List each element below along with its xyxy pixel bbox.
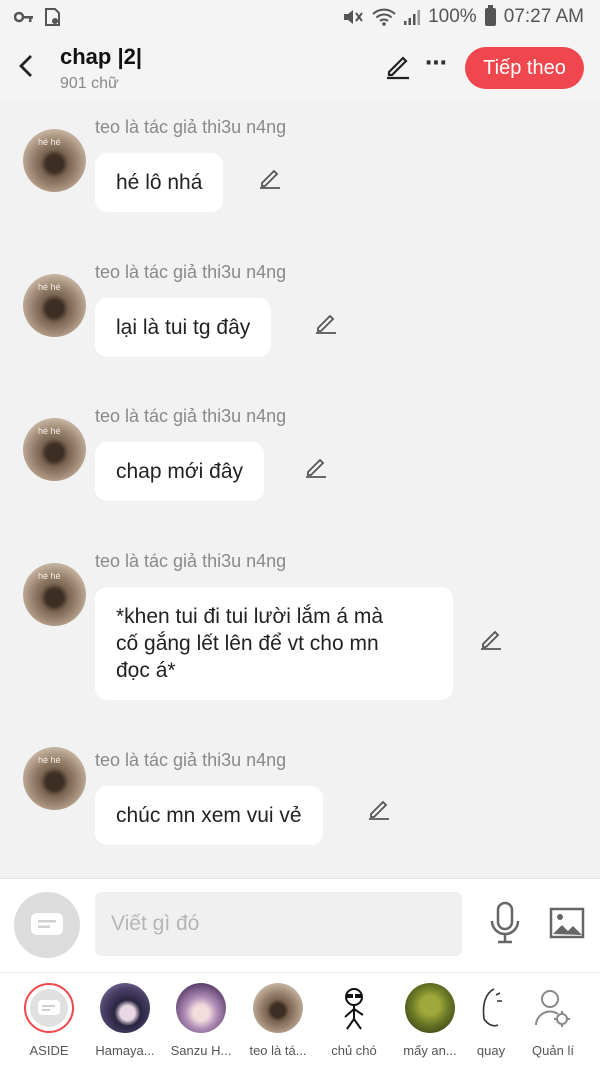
character-label: Quản lí — [532, 1043, 574, 1058]
character-bar: ASIDE Hamaya... Sanzu H... teo là tá... … — [0, 972, 600, 1067]
character-label: chủ chó — [331, 1043, 377, 1058]
message-bubble[interactable]: chúc mn xem vui vẻ — [95, 786, 323, 845]
message-bubble[interactable]: *khen tui đi tui lười lắm á mà cố gắng l… — [95, 587, 453, 700]
message-author: teo là tác giả thi3u n4ng — [95, 406, 287, 426]
character-label: Hamaya... — [95, 1043, 155, 1058]
pencil-icon — [260, 169, 280, 189]
edit-message-button[interactable] — [313, 310, 339, 336]
message-author: teo là tác giả thi3u n4ng — [95, 750, 287, 770]
avatar — [466, 983, 516, 1033]
avatar — [100, 983, 150, 1033]
sketch-figure-icon — [482, 988, 502, 1027]
avatar[interactable] — [23, 129, 86, 192]
pencil-icon — [369, 800, 389, 820]
message-author: teo là tác giả thi3u n4ng — [95, 117, 287, 137]
message-text: cố gắng lết lên để vt cho mn — [116, 632, 379, 655]
more-options-button[interactable]: ⋯ — [425, 50, 448, 76]
pencil-icon — [481, 630, 501, 650]
header-bar: chap |2| 901 chữ ⋯ Tiếp theo — [0, 36, 600, 100]
word-count: 901 chữ — [60, 75, 119, 92]
avatar — [253, 983, 303, 1033]
message-text: đọc á* — [116, 659, 176, 682]
edit-title-button[interactable] — [384, 52, 412, 80]
battery-icon — [484, 5, 496, 26]
battery-percent: 100% — [428, 6, 477, 27]
character-label: teo là tá... — [249, 1043, 307, 1058]
pencil-icon — [316, 314, 336, 334]
mute-icon — [344, 10, 363, 24]
avatar — [329, 983, 379, 1033]
message-text: chap mới đây — [116, 460, 243, 483]
character-aside[interactable]: ASIDE — [11, 973, 87, 1067]
wifi-icon — [372, 8, 396, 26]
edit-message-button[interactable] — [303, 454, 329, 480]
stick-figure-icon — [344, 988, 364, 1030]
avatar — [405, 983, 455, 1033]
clock: 07:27 AM — [503, 6, 584, 27]
message-input[interactable] — [95, 892, 462, 956]
key-icon — [14, 11, 33, 23]
character-chu-cho[interactable]: chủ chó — [316, 973, 392, 1067]
next-button[interactable]: Tiếp theo — [465, 47, 584, 89]
message-text: hé lô nhá — [116, 171, 203, 194]
image-upload-button[interactable] — [549, 906, 585, 940]
image-icon — [549, 907, 585, 939]
edit-message-button[interactable] — [366, 796, 392, 822]
message-bubble[interactable]: chap mới đây — [95, 442, 264, 501]
avatar[interactable] — [23, 563, 86, 626]
character-hamaya[interactable]: Hamaya... — [87, 973, 163, 1067]
composer-bar — [0, 878, 600, 972]
message-text: chúc mn xem vui vẻ — [116, 804, 302, 827]
avatar[interactable] — [23, 418, 86, 481]
microphone-button[interactable] — [488, 901, 522, 945]
aside-avatar — [24, 983, 74, 1033]
avatar[interactable] — [23, 274, 86, 337]
message-author: teo là tác giả thi3u n4ng — [95, 262, 287, 282]
message-bubble[interactable]: lại là tui tg đây — [95, 298, 272, 357]
chevron-left-icon — [19, 55, 32, 77]
character-label: Sanzu H... — [170, 1043, 232, 1058]
pencil-icon — [306, 458, 326, 478]
signal-icon — [404, 10, 421, 25]
manage-icon-wrap — [528, 983, 578, 1033]
avatar — [176, 983, 226, 1033]
avatar[interactable] — [23, 747, 86, 810]
message-text: *khen tui đi tui lười lắm á mà — [116, 605, 384, 628]
back-button[interactable] — [12, 48, 40, 84]
comment-icon — [31, 913, 63, 935]
chat-area[interactable]: teo là tác giả thi3u n4ng hé lô nhá teo … — [0, 100, 600, 878]
aside-toggle-button[interactable] — [14, 892, 80, 958]
user-settings-icon — [535, 990, 570, 1027]
manage-characters[interactable]: Quản lí — [515, 973, 591, 1067]
pencil-icon — [387, 56, 409, 80]
sd-card-icon — [45, 8, 60, 26]
page-title: chap |2| — [60, 44, 143, 69]
edit-message-button[interactable] — [257, 165, 283, 191]
comment-icon — [38, 1000, 60, 1015]
character-sanzu[interactable]: Sanzu H... — [163, 973, 239, 1067]
message-bubble[interactable]: hé lô nhá — [95, 153, 224, 212]
microphone-icon — [490, 901, 520, 944]
message-author: teo là tác giả thi3u n4ng — [95, 551, 287, 571]
message-text: lại là tui tg đây — [116, 316, 251, 339]
character-teo[interactable]: teo là tá... — [240, 973, 316, 1067]
edit-message-button[interactable] — [478, 626, 504, 652]
status-bar: 100% 07:27 AM — [0, 0, 600, 36]
character-label: ASIDE — [29, 1043, 69, 1058]
